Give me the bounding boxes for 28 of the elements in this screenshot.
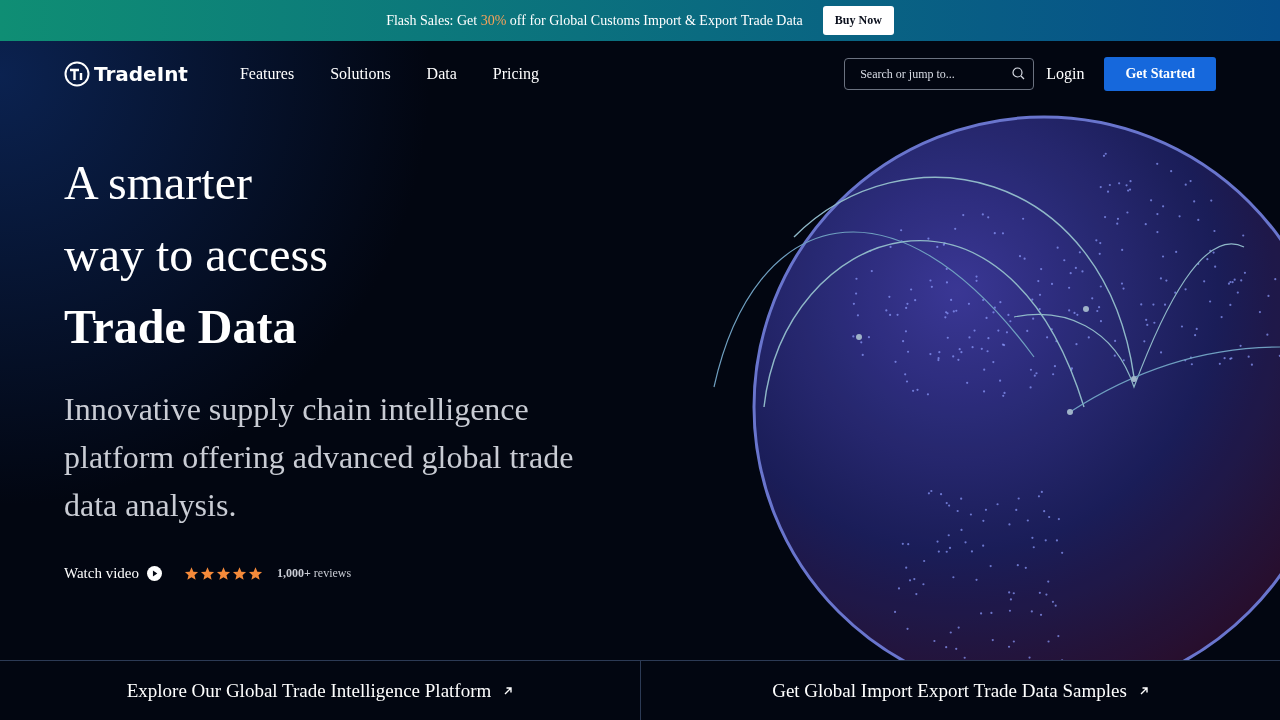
search-icon bbox=[1012, 67, 1026, 80]
hero-title-emphasis: Trade Data bbox=[64, 299, 298, 355]
star-icon bbox=[184, 566, 199, 581]
get-started-button[interactable]: Get Started bbox=[1104, 57, 1216, 91]
play-icon[interactable] bbox=[147, 566, 162, 581]
arrow-icon bbox=[503, 686, 514, 696]
nav-link[interactable]: Features bbox=[239, 65, 295, 83]
star-icon bbox=[232, 566, 247, 581]
star-icon bbox=[216, 566, 231, 581]
search-field[interactable]: Search or jump to... bbox=[844, 58, 1035, 90]
arrow-icon bbox=[1138, 686, 1149, 696]
login-link[interactable]: Login bbox=[1046, 65, 1085, 83]
promo-text: Flash Sales: Get 30% off for Global Customs Import & Export Trade Data bbox=[386, 12, 803, 29]
bottom-link[interactable]: Get Global Import Export Trade Data Samples bbox=[640, 661, 1280, 720]
star-icon bbox=[248, 566, 263, 581]
nav-link[interactable]: Solutions bbox=[330, 65, 391, 83]
hero-subtitle: Innovative supply chain intelligence platform offering advanced global trade data analysis. bbox=[64, 390, 575, 525]
logo-text[interactable]: TradeInt bbox=[94, 62, 188, 86]
hero-title-line: way to access bbox=[64, 227, 329, 283]
nav-link[interactable]: Pricing bbox=[492, 65, 540, 83]
reviews-count: 1,000+ reviews bbox=[277, 566, 352, 581]
nav-link[interactable]: Data bbox=[426, 65, 457, 83]
watch-video-link[interactable]: Watch video bbox=[64, 565, 139, 582]
bottom-link[interactable]: Explore Our Global Trade Intelligence Platform bbox=[0, 661, 640, 720]
hero-title-line: A smarter bbox=[64, 155, 253, 211]
buy-now-button[interactable]: Buy Now bbox=[822, 6, 894, 35]
logo-icon bbox=[64, 61, 90, 87]
star-icon bbox=[200, 566, 215, 581]
